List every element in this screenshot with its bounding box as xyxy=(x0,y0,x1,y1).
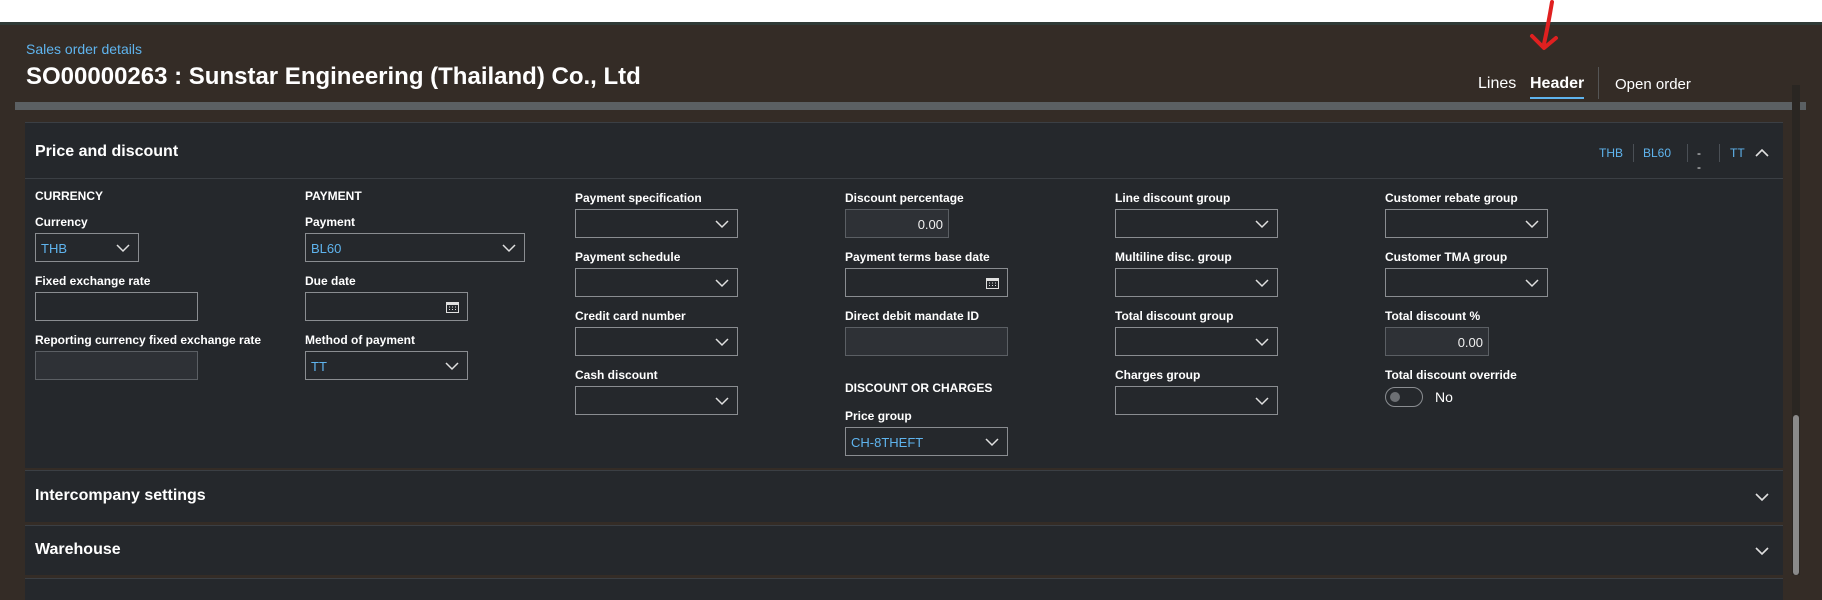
method-of-payment-label: Method of payment xyxy=(305,333,415,347)
discount-percentage-input[interactable]: 0.00 xyxy=(845,209,949,238)
method-of-payment-value: TT xyxy=(311,359,327,374)
section-payment: PAYMENT xyxy=(305,189,362,203)
chevron-down-icon xyxy=(1525,279,1539,288)
payment-specification-label: Payment specification xyxy=(575,191,702,205)
price-group-label: Price group xyxy=(845,409,912,423)
total-discount-override-value: No xyxy=(1435,389,1453,405)
fixed-exchange-rate-input[interactable] xyxy=(35,292,198,321)
payment-terms-base-date-label: Payment terms base date xyxy=(845,250,990,264)
total-discount-pct-value: 0.00 xyxy=(1457,335,1483,350)
section-currency: CURRENCY xyxy=(35,189,104,203)
payment-schedule-label: Payment schedule xyxy=(575,250,681,264)
toggle-knob xyxy=(1390,392,1400,402)
chevron-down-icon xyxy=(1255,220,1269,229)
total-discount-override-toggle[interactable] xyxy=(1385,387,1423,407)
payment-terms-base-date-input[interactable] xyxy=(845,268,1008,297)
customer-rebate-group-select[interactable] xyxy=(1385,209,1548,238)
tab-header[interactable]: Header xyxy=(1530,75,1585,99)
payment-label: Payment xyxy=(305,215,356,229)
chevron-down-icon xyxy=(502,244,516,253)
tab-divider xyxy=(1598,67,1599,99)
customer-tma-group-select[interactable] xyxy=(1385,268,1548,297)
customer-rebate-group-label: Customer rebate group xyxy=(1385,191,1518,205)
panel-title-intercompany[interactable]: Intercompany settings xyxy=(35,487,206,505)
open-order-button[interactable]: Open order xyxy=(1615,76,1691,93)
calendar-icon[interactable] xyxy=(446,301,459,313)
panel-price-and-discount: Price and discount THB BL60 -- TT CURREN… xyxy=(25,122,1783,468)
method-of-payment-select[interactable]: TT xyxy=(305,351,468,380)
chevron-down-icon xyxy=(715,220,729,229)
section-discount-or-charges: DISCOUNT OR CHARGES xyxy=(845,381,993,395)
credit-card-number-select[interactable] xyxy=(575,327,738,356)
discount-percentage-label: Discount percentage xyxy=(845,191,964,205)
summary-payment: BL60 xyxy=(1643,146,1672,160)
price-group-select[interactable]: CH-8THEFT xyxy=(845,427,1008,456)
chevron-down-icon xyxy=(1255,397,1269,406)
charges-group-label: Charges group xyxy=(1115,368,1201,382)
chevron-down-icon xyxy=(1255,338,1269,347)
total-discount-group-select[interactable] xyxy=(1115,327,1278,356)
collapse-chevron-up-icon[interactable] xyxy=(1755,148,1769,158)
reporting-rate-input xyxy=(35,351,198,380)
payment-value: BL60 xyxy=(311,241,342,256)
credit-card-number-label: Credit card number xyxy=(575,309,686,323)
panel-title-price-discount[interactable]: Price and discount xyxy=(35,143,178,161)
total-discount-pct-label: Total discount % xyxy=(1385,309,1481,323)
expand-chevron-down-icon[interactable] xyxy=(1755,546,1769,556)
cash-discount-select[interactable] xyxy=(575,386,738,415)
chevron-down-icon xyxy=(715,397,729,406)
currency-select[interactable]: THB xyxy=(35,233,139,262)
tab-lines[interactable]: Lines xyxy=(1478,75,1516,93)
chevron-down-icon xyxy=(116,244,130,253)
page-header-divider xyxy=(15,102,1806,110)
summary-divider xyxy=(1687,144,1688,162)
annotation-arrow-icon xyxy=(1530,0,1558,50)
total-discount-group-label: Total discount group xyxy=(1115,309,1234,323)
chevron-down-icon xyxy=(1525,220,1539,229)
chevron-down-icon xyxy=(715,279,729,288)
panel-next-partial xyxy=(25,578,1783,600)
summary-currency: THB xyxy=(1599,146,1623,160)
summary-divider xyxy=(1633,144,1634,162)
chevron-down-icon xyxy=(715,338,729,347)
due-date-label: Due date xyxy=(305,274,356,288)
line-discount-group-label: Line discount group xyxy=(1115,191,1231,205)
panel-intercompany-settings[interactable]: Intercompany settings xyxy=(25,470,1783,522)
price-group-value: CH-8THEFT xyxy=(851,435,924,450)
direct-debit-mandate-label: Direct debit mandate ID xyxy=(845,309,980,323)
payment-specification-select[interactable] xyxy=(575,209,738,238)
panel-title-warehouse[interactable]: Warehouse xyxy=(35,541,121,559)
chevron-down-icon xyxy=(985,438,999,447)
discount-percentage-value: 0.00 xyxy=(917,217,943,232)
multiline-disc-group-select[interactable] xyxy=(1115,268,1278,297)
due-date-input[interactable] xyxy=(305,292,468,321)
cash-discount-label: Cash discount xyxy=(575,368,658,382)
panel-divider xyxy=(25,178,1783,179)
payment-select[interactable]: BL60 xyxy=(305,233,525,262)
direct-debit-mandate-input xyxy=(845,327,1008,356)
chevron-down-icon xyxy=(1255,279,1269,288)
summary-divider xyxy=(1719,144,1720,162)
multiline-disc-group-label: Multiline disc. group xyxy=(1115,250,1232,264)
charges-group-select[interactable] xyxy=(1115,386,1278,415)
payment-schedule-select[interactable] xyxy=(575,268,738,297)
total-discount-pct-input[interactable]: 0.00 xyxy=(1385,327,1489,356)
page-title: SO00000263 : Sunstar Engineering (Thaila… xyxy=(26,63,641,90)
calendar-icon[interactable] xyxy=(986,277,999,289)
reporting-rate-label: Reporting currency fixed exchange rate xyxy=(35,333,262,347)
scrollbar-thumb[interactable] xyxy=(1793,415,1799,575)
currency-value: THB xyxy=(41,241,67,256)
panel-warehouse[interactable]: Warehouse xyxy=(25,525,1783,575)
chevron-down-icon xyxy=(445,362,459,371)
summary-method: TT xyxy=(1730,146,1745,160)
summary-dash: -- xyxy=(1697,146,1701,174)
customer-tma-group-label: Customer TMA group xyxy=(1385,250,1508,264)
total-discount-override-label: Total discount override xyxy=(1385,368,1517,382)
fixed-exchange-rate-label: Fixed exchange rate xyxy=(35,274,151,288)
expand-chevron-down-icon[interactable] xyxy=(1755,492,1769,502)
currency-label: Currency xyxy=(35,215,88,229)
line-discount-group-select[interactable] xyxy=(1115,209,1278,238)
breadcrumb[interactable]: Sales order details xyxy=(26,41,142,57)
